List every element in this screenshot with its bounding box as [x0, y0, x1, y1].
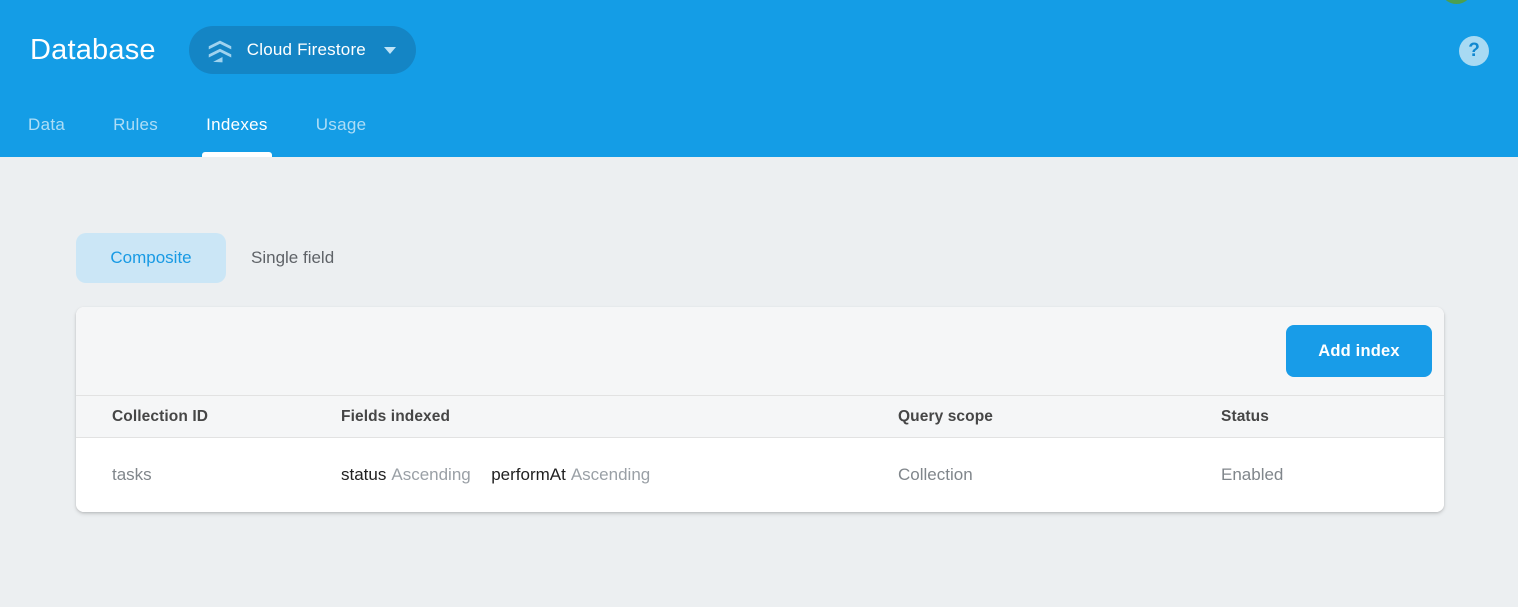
tab-rules[interactable]: Rules [113, 100, 158, 157]
toggle-single-field[interactable]: Single field [251, 233, 334, 283]
tab-data[interactable]: Data [28, 100, 65, 157]
table-row[interactable]: tasks status Ascending performAt Ascending… [76, 438, 1444, 512]
selected-database-label: Cloud Firestore [247, 40, 366, 60]
page-title: Database [30, 34, 156, 67]
cell-fields-indexed: status Ascending performAt Ascending [341, 465, 898, 485]
firestore-icon [205, 35, 235, 65]
header-top-row: Database Cloud Firestore ? [0, 0, 1518, 100]
column-header-query-scope: Query scope [898, 408, 1221, 426]
index-type-toggle: Composite Single field [76, 233, 1444, 283]
table-header-row: Collection ID Fields indexed Query scope… [76, 395, 1444, 438]
indexed-field: performAt Ascending [491, 467, 650, 484]
column-header-collection-id: Collection ID [112, 408, 341, 426]
main-content: Composite Single field Add index Collect… [0, 157, 1518, 512]
column-header-status: Status [1221, 408, 1444, 426]
field-sort-order: Ascending [571, 465, 650, 484]
field-name: status [341, 465, 386, 484]
help-button[interactable]: ? [1459, 36, 1489, 66]
indexes-card: Add index Collection ID Fields indexed Q… [76, 307, 1444, 512]
column-header-fields-indexed: Fields indexed [341, 408, 898, 426]
database-product-selector[interactable]: Cloud Firestore [189, 26, 416, 74]
avatar[interactable] [1440, 0, 1473, 4]
app-header: Database Cloud Firestore ? Data Rules In… [0, 0, 1518, 157]
cell-collection-id: tasks [112, 465, 341, 485]
toggle-composite[interactable]: Composite [76, 233, 226, 283]
field-sort-order: Ascending [391, 465, 470, 484]
tabs-bar: Data Rules Indexes Usage [0, 100, 1518, 157]
field-name: performAt [491, 465, 566, 484]
tab-indexes[interactable]: Indexes [206, 100, 268, 157]
add-index-button[interactable]: Add index [1286, 325, 1432, 377]
caret-down-icon [384, 47, 396, 54]
indexed-field: status Ascending [341, 467, 471, 484]
cell-query-scope: Collection [898, 465, 1221, 485]
tab-usage[interactable]: Usage [316, 100, 367, 157]
question-mark-icon: ? [1468, 40, 1480, 62]
card-toolbar: Add index [76, 307, 1444, 395]
cell-status: Enabled [1221, 465, 1444, 485]
